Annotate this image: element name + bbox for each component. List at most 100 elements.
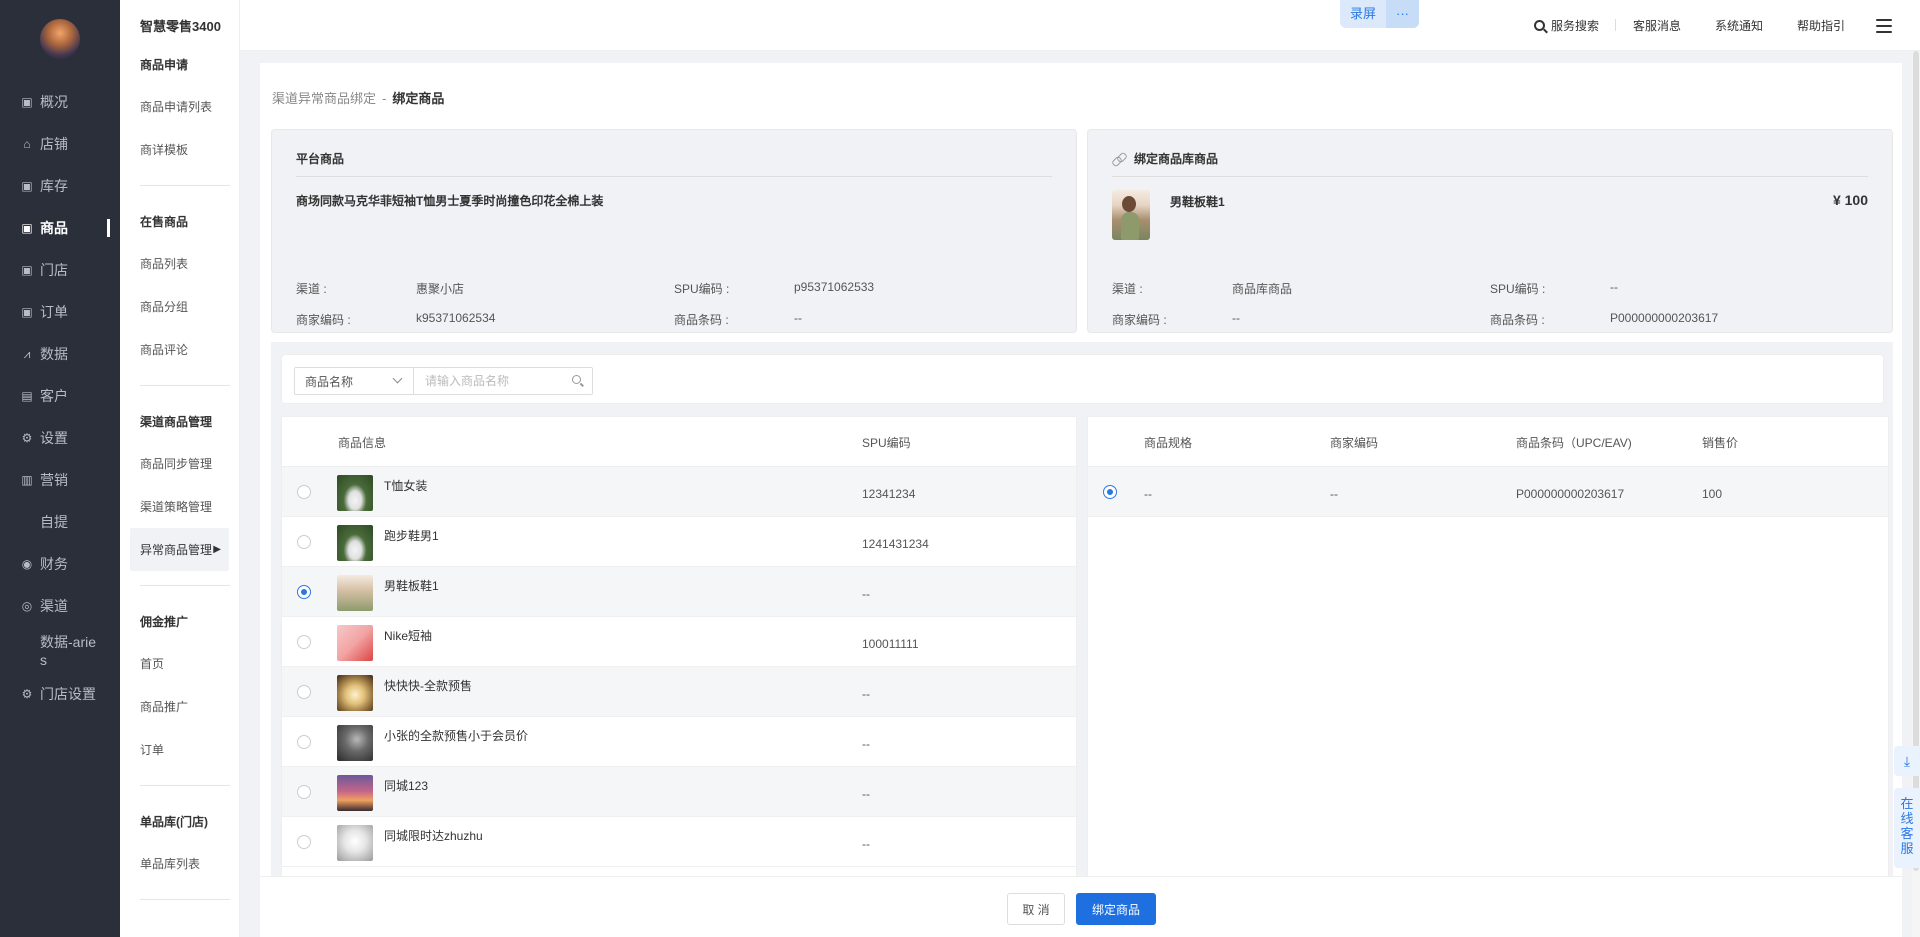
- record-more-button[interactable]: ···: [1386, 0, 1420, 28]
- product-thumbnail: [1112, 190, 1150, 240]
- nav-item-shop-settings[interactable]: ⚙ 门店设置: [0, 673, 120, 715]
- table-row[interactable]: 小张的全款预售小于会员价 --: [282, 717, 1076, 767]
- subnav-item-home[interactable]: 首页: [120, 642, 239, 685]
- nav-item-inventory[interactable]: ▣ 库存: [0, 165, 120, 207]
- table-row[interactable]: 同城123 --: [282, 767, 1076, 817]
- subnav-item-promotion[interactable]: 商品推广: [120, 685, 239, 728]
- nav-item-data-aries[interactable]: 数据-aries: [0, 627, 120, 673]
- avatar[interactable]: [40, 19, 80, 59]
- hamburger-menu-icon[interactable]: [1876, 18, 1892, 33]
- subnav-group-title: 单品库(门店): [140, 814, 208, 829]
- nav-item-overview[interactable]: ▣ 概况: [0, 81, 120, 123]
- nav-item-label: 订单: [40, 304, 68, 320]
- table-row[interactable]: -- -- P000000000203617 100: [1088, 467, 1888, 517]
- subnav-group-title: 在售商品: [140, 214, 189, 229]
- download-icon[interactable]: ⤓: [1894, 746, 1920, 776]
- row-radio[interactable]: [297, 835, 311, 849]
- nav-item-label: 渠道: [40, 598, 68, 614]
- blank-icon: [20, 633, 34, 647]
- row-radio[interactable]: [297, 635, 311, 649]
- nav-item-marketing[interactable]: ▥ 营销: [0, 459, 120, 501]
- store-icon: ⌂: [23, 137, 31, 151]
- nav-item-label: 数据: [40, 346, 68, 362]
- subnav-item-goods-list[interactable]: 商品列表: [120, 242, 239, 285]
- cancel-button[interactable]: 取 消: [1007, 893, 1065, 925]
- row-radio[interactable]: [297, 485, 311, 499]
- card-title: 平台商品: [296, 152, 345, 166]
- subnav-item-detail-template[interactable]: 商详模板: [120, 128, 239, 171]
- gear-icon: ⚙: [21, 431, 33, 445]
- nav-item-label: 自提: [40, 514, 68, 530]
- field-value: 商品库商品: [1232, 282, 1293, 296]
- table-row[interactable]: T恤女装 12341234: [282, 467, 1076, 517]
- table-row[interactable]: 男鞋板鞋1 --: [282, 567, 1076, 617]
- search-input[interactable]: [413, 367, 593, 395]
- nav-item-shop[interactable]: ▣ 门店: [0, 249, 120, 291]
- help-guide-link[interactable]: 帮助指引: [1780, 17, 1862, 34]
- online-service-button[interactable]: 在线客服: [1894, 788, 1920, 868]
- nav-item-pickup[interactable]: 自提: [0, 501, 120, 543]
- nav-item-label: 概况: [40, 94, 68, 110]
- main-nav: ▣ 概况 ⌂ 店铺 ▣ 库存 ▣ 商品 ▣ 门店 ▣ 订单 ⩘ 数据 ▤ 客户 ⚙ 设置 ▥ 营销 …: [0, 0, 120, 937]
- divider: [140, 785, 230, 786]
- nav-item-channel[interactable]: ◎ 渠道: [0, 585, 120, 627]
- card-title: 绑定商品库商品: [1112, 150, 1218, 167]
- subnav-item-goods-review[interactable]: 商品评论: [120, 328, 239, 371]
- nav-item-finance[interactable]: ◉ 财务: [0, 543, 120, 585]
- record-button[interactable]: 录屏: [1340, 0, 1386, 28]
- row-radio[interactable]: [297, 685, 311, 699]
- row-radio[interactable]: [297, 735, 311, 749]
- field-value: 惠聚小店: [416, 282, 465, 296]
- gear-icon: ⚙: [21, 687, 33, 701]
- system-notice-link[interactable]: 系统通知: [1698, 17, 1780, 34]
- subnav-item-abnormal[interactable]: 异常商品管理 ▶: [130, 528, 229, 571]
- product-thumbnail: [337, 575, 373, 611]
- table-row[interactable]: 同城限时达zhuzhu --: [282, 817, 1076, 867]
- subnav-item-orders[interactable]: 订单: [120, 728, 239, 771]
- subnav-item-sku-list[interactable]: 单品库列表: [120, 842, 239, 885]
- subnav-item-apply-list[interactable]: 商品申请列表: [120, 85, 239, 128]
- chat-icon: ◎: [21, 599, 33, 613]
- search-icon: [1533, 20, 1545, 31]
- spu-code: 12341234: [862, 487, 916, 501]
- row-radio-selected[interactable]: [297, 585, 311, 599]
- product-thumbnail: [337, 675, 373, 711]
- product-name: 男鞋板鞋1: [384, 579, 439, 593]
- sku-price: 100: [1702, 487, 1723, 501]
- breadcrumb-parent[interactable]: 渠道异常商品绑定: [272, 91, 376, 106]
- spu-code: --: [862, 787, 870, 801]
- breadcrumb-current: 绑定商品: [392, 91, 445, 106]
- nav-item-store[interactable]: ⌂ 店铺: [0, 123, 120, 165]
- chevron-down-icon: [392, 373, 403, 384]
- search-icon[interactable]: [572, 375, 581, 384]
- service-search-link[interactable]: 服务搜索: [1517, 17, 1616, 34]
- subnav-item-goods-group[interactable]: 商品分组: [120, 285, 239, 328]
- table-row[interactable]: Nike短袖 100011111: [282, 617, 1076, 667]
- product-name: 跑步鞋男1: [384, 529, 439, 543]
- row-radio[interactable]: [297, 535, 311, 549]
- spu-code: 1241431234: [862, 537, 929, 551]
- filter-field-select[interactable]: 商品名称: [294, 367, 414, 395]
- table-row[interactable]: 跑步鞋男1 1241431234: [282, 517, 1076, 567]
- nav-item-settings[interactable]: ⚙ 设置: [0, 417, 120, 459]
- spu-code: --: [862, 837, 870, 851]
- bag-icon: ▣: [21, 221, 33, 235]
- nav-item-orders[interactable]: ▣ 订单: [0, 291, 120, 333]
- column-header: SPU编码: [862, 436, 911, 450]
- bind-goods-button[interactable]: 绑定商品: [1076, 893, 1156, 925]
- subnav-item-sync[interactable]: 商品同步管理: [120, 442, 239, 485]
- row-radio[interactable]: [297, 785, 311, 799]
- nav-item-data[interactable]: ⩘ 数据: [0, 333, 120, 375]
- spu-code: 100011111: [862, 637, 919, 651]
- blank-icon: [20, 515, 34, 529]
- column-header: 商品规格: [1144, 436, 1193, 450]
- spu-code: --: [862, 737, 870, 751]
- nav-item-customers[interactable]: ▤ 客户: [0, 375, 120, 417]
- subnav-item-strategy[interactable]: 渠道策略管理: [120, 485, 239, 528]
- nav-item-goods[interactable]: ▣ 商品: [0, 207, 120, 249]
- customer-message-link[interactable]: 客服消息: [1616, 17, 1698, 34]
- row-radio-selected[interactable]: [1103, 485, 1117, 499]
- table-row[interactable]: 快快快-全款预售 --: [282, 667, 1076, 717]
- field-label: 商品条码 :: [674, 313, 729, 327]
- field-value: --: [1232, 311, 1240, 325]
